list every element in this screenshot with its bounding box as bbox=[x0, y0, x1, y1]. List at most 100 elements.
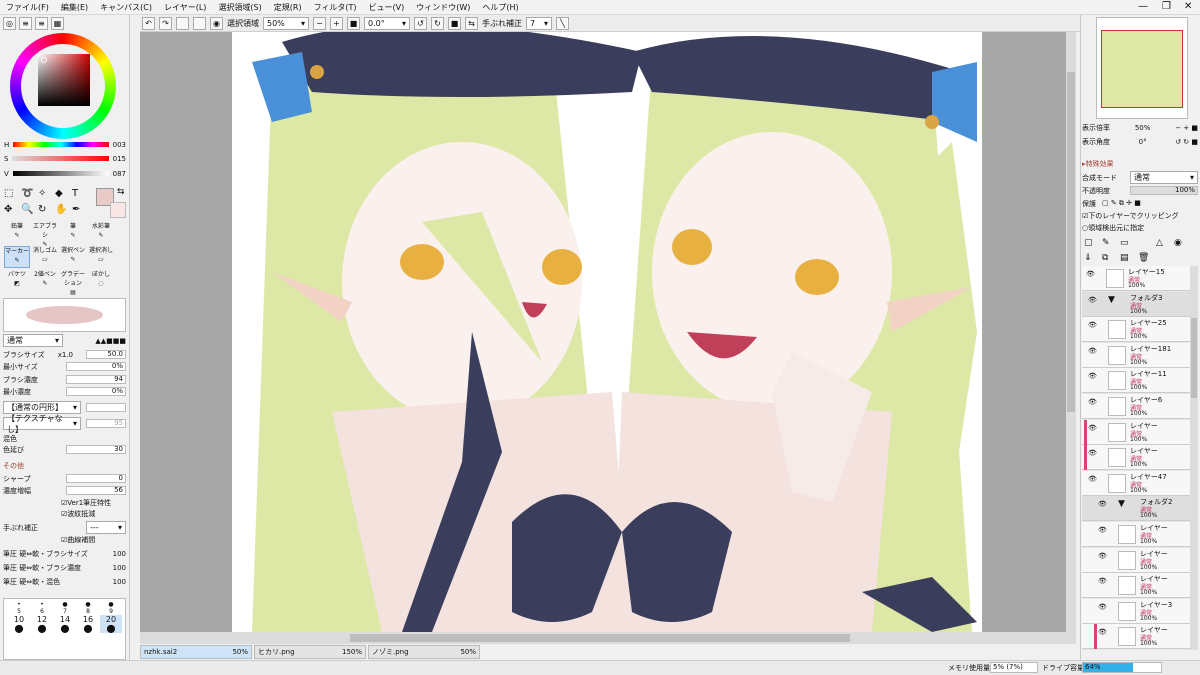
layer-item[interactable]: 👁 レイヤー181 通常 100% bbox=[1082, 342, 1190, 368]
size-dot[interactable]: • 6 bbox=[31, 601, 53, 615]
zoom-icon[interactable]: 🔍 bbox=[21, 204, 37, 219]
nav-zoom-row[interactable]: 表示倍率 50% − + ■ bbox=[1082, 122, 1198, 133]
menu-view[interactable]: ビュー(V) bbox=[369, 2, 405, 13]
color-wheel-tab[interactable]: ◎ bbox=[3, 17, 16, 30]
ver1-checkbox[interactable]: ☑ Ver1筆圧特性 bbox=[3, 497, 126, 508]
brush-shape-icons[interactable]: ▲▲■■■ bbox=[95, 337, 126, 345]
layer-item[interactable]: 👁 レイヤー3 通常 100% bbox=[1082, 598, 1190, 624]
delete-layer-icon[interactable]: 🗑 bbox=[1138, 253, 1154, 266]
density-boost-row[interactable]: 濃度増幅 56 bbox=[3, 485, 126, 496]
sharp-row[interactable]: シャープ 0 bbox=[3, 473, 126, 484]
tool-select-eraser[interactable]: 選択消し ▭ bbox=[88, 246, 114, 268]
tab-nozomi[interactable]: ノゾミ.png 50% bbox=[368, 645, 480, 659]
pressure-mix-row[interactable]: 筆圧 硬⇔軟・混色 100 bbox=[3, 576, 126, 587]
texture-select[interactable]: 【テクスチャなし】 ▾ bbox=[3, 414, 81, 434]
tool-gradation[interactable]: グラデーション ▤ bbox=[60, 270, 86, 296]
clipping-checkbox[interactable]: ☑ 下のレイヤーでクリッピング bbox=[1082, 210, 1198, 221]
hsv-slider-tab[interactable]: ≡ bbox=[35, 17, 48, 30]
lasso-icon[interactable]: ➰ bbox=[21, 188, 37, 203]
folder-toggle-icon[interactable]: ▼ bbox=[1118, 499, 1136, 518]
straight-line-button[interactable]: ╲ bbox=[556, 16, 569, 30]
blend-row[interactable]: 色延び 30 bbox=[3, 444, 126, 455]
undo-button[interactable]: ↶ bbox=[142, 16, 155, 30]
swatch-tab[interactable]: ▦ bbox=[51, 17, 64, 30]
eyedropper-icon[interactable]: ✒ bbox=[72, 204, 88, 219]
new-layer-icon[interactable]: ▢ bbox=[1084, 238, 1100, 251]
layer-folder[interactable]: 👁 ▼ フォルダ3 通常 100% bbox=[1082, 291, 1190, 317]
effects-header[interactable]: ▸ 特殊効果 bbox=[1082, 158, 1198, 169]
drawing-canvas[interactable] bbox=[232, 32, 982, 632]
visibility-eye-icon[interactable]: 👁 bbox=[1088, 372, 1097, 380]
layer-blend-select[interactable]: 通常 ▾ bbox=[1130, 171, 1198, 184]
stabilizer-mode-select[interactable]: --- ▾ bbox=[86, 521, 126, 534]
navigator-viewport[interactable] bbox=[1101, 30, 1183, 108]
copy-layer-icon[interactable]: ⧉ bbox=[1102, 253, 1118, 266]
visibility-eye-icon[interactable]: 👁 bbox=[1086, 270, 1095, 278]
shape-icon[interactable]: ◆ bbox=[55, 188, 71, 203]
view-toggle-button[interactable]: ◉ bbox=[210, 16, 223, 30]
menu-ruler[interactable]: 定規(R) bbox=[274, 2, 302, 13]
rotate-reset-button[interactable]: ■ bbox=[448, 16, 461, 30]
zoom-out-button[interactable]: − bbox=[313, 16, 326, 30]
flip-button[interactable]: ⇆ bbox=[465, 16, 478, 30]
protect-row[interactable]: 保護 ▢ ✎ ⧉ ✛ ■ bbox=[1082, 198, 1198, 209]
rect-select-icon[interactable]: ⬚ bbox=[4, 188, 20, 203]
visibility-eye-icon[interactable]: 👁 bbox=[1088, 296, 1097, 304]
menu-window[interactable]: ウィンドウ(W) bbox=[416, 2, 470, 13]
minimize-icon[interactable]: — bbox=[1138, 1, 1148, 12]
size-dot[interactable]: 14 ⬤ bbox=[54, 615, 76, 633]
menu-edit[interactable]: 編集(E) bbox=[61, 2, 88, 13]
menu-help[interactable]: ヘルプ(H) bbox=[482, 2, 518, 13]
min-size-row[interactable]: 最小サイズ 0% bbox=[3, 361, 126, 372]
visibility-eye-icon[interactable]: 👁 bbox=[1098, 526, 1107, 534]
zoom-select[interactable]: 50% ▾ bbox=[263, 16, 309, 30]
navigator-preview[interactable] bbox=[1096, 17, 1188, 119]
horizontal-scrollbar[interactable] bbox=[140, 632, 1066, 644]
visibility-eye-icon[interactable]: 👁 bbox=[1088, 347, 1097, 355]
layer-opacity-row[interactable]: 不透明度 100% bbox=[1082, 185, 1198, 196]
visibility-eye-icon[interactable]: 👁 bbox=[1098, 552, 1107, 560]
layer-item[interactable]: 👁 レイヤー 通常 100% bbox=[1082, 445, 1190, 471]
tool-watercolor[interactable]: 水彩筆 ✎ bbox=[88, 222, 114, 244]
new-folder-icon[interactable]: ▭ bbox=[1120, 238, 1136, 251]
pressure-size-row[interactable]: 筆圧 硬⇔軟・ブラシサイズ 100 bbox=[3, 548, 126, 559]
layer-item[interactable]: 👁 レイヤー11 通常 100% bbox=[1082, 368, 1190, 394]
maximize-icon[interactable]: ❐ bbox=[1162, 1, 1171, 12]
magic-wand-icon[interactable]: ✧ bbox=[38, 188, 54, 203]
layer-list-scrollbar[interactable] bbox=[1190, 266, 1198, 650]
wavy-checkbox[interactable]: ☑ 波紋抵減 bbox=[3, 508, 126, 519]
rotate-icon[interactable]: ↻ bbox=[38, 204, 54, 219]
stabilizer-row[interactable]: 手ぶれ補正 --- ▾ bbox=[3, 521, 126, 534]
pressure-density-row[interactable]: 筆圧 硬⇔軟・ブラシ濃度 100 bbox=[3, 562, 126, 573]
tool-select-pen[interactable]: 選択ペン ✎ bbox=[60, 246, 86, 268]
lock-icon[interactable]: ▢ ✎ ⧉ ✛ ■ bbox=[1102, 199, 1141, 208]
layer-item[interactable]: 👁 レイヤー6 通常 100% bbox=[1082, 394, 1190, 419]
layer-item[interactable]: 👁 レイヤー 通常 100% bbox=[1082, 573, 1190, 599]
visibility-eye-icon[interactable]: 👁 bbox=[1088, 475, 1097, 483]
size-dot[interactable]: ● 7 bbox=[54, 601, 76, 615]
layer-item[interactable]: 👁 レイヤー 通常 100% bbox=[1082, 419, 1190, 445]
brush-shape-row[interactable]: 【通常の円形】 ▾ bbox=[3, 401, 126, 414]
layer-settings-icon[interactable]: ◉ bbox=[1174, 238, 1190, 251]
blend-mode-select[interactable]: 通常 ▾ bbox=[3, 334, 63, 347]
layer-item[interactable]: 👁 レイヤー47 通常 100% bbox=[1082, 470, 1190, 496]
layer-blend-row[interactable]: 合成モード 通常 ▾ bbox=[1082, 171, 1198, 184]
tab-nzhk[interactable]: nzhk.sai2 50% bbox=[140, 645, 252, 659]
texture-row[interactable]: 【テクスチャなし】 ▾ 95 bbox=[3, 414, 126, 434]
visibility-eye-icon[interactable]: 👁 bbox=[1098, 628, 1107, 636]
layer-effects-icon[interactable]: △ bbox=[1156, 238, 1172, 251]
menu-filter[interactable]: フィルタ(T) bbox=[314, 2, 357, 13]
sv-cursor[interactable] bbox=[41, 57, 47, 63]
size-dot[interactable]: • 5 bbox=[8, 601, 30, 615]
size-dot-selected[interactable]: 20 ⬤ bbox=[100, 615, 122, 633]
tool-bucket[interactable]: バケツ ◩ bbox=[4, 270, 30, 292]
tool-binary-pen[interactable]: 2値ペン ✎ bbox=[32, 270, 58, 292]
visibility-eye-icon[interactable]: 👁 bbox=[1088, 449, 1097, 457]
invert-button[interactable] bbox=[193, 16, 206, 30]
visibility-eye-icon[interactable]: 👁 bbox=[1088, 424, 1097, 432]
swap-colors-icon[interactable]: ⇆ bbox=[117, 187, 125, 197]
menu-selection[interactable]: 選択領域(S) bbox=[218, 2, 261, 13]
value-slider[interactable]: V 087 bbox=[4, 169, 126, 178]
layer-folder[interactable]: 👁 ▼ フォルダ2 通常 100% bbox=[1082, 496, 1190, 522]
zoom-in-button[interactable]: + bbox=[330, 16, 343, 30]
